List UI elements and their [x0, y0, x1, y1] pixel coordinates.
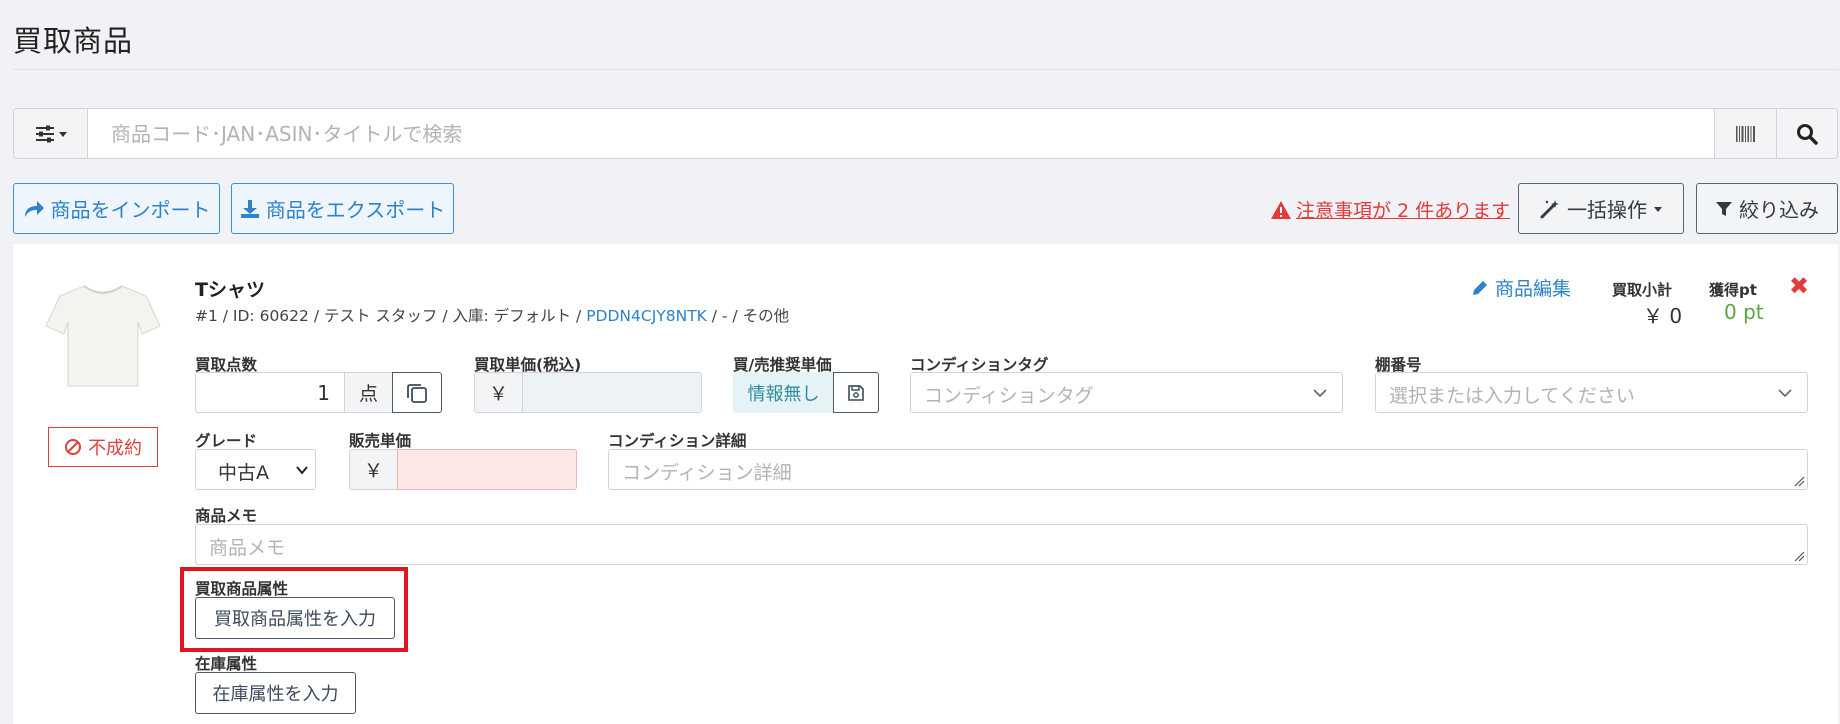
condition-detail-label: コンディション詳細	[608, 432, 747, 450]
page-title: 買取商品	[13, 24, 134, 58]
copy-quantity-button[interactable]	[392, 372, 442, 413]
pencil-icon	[1473, 280, 1487, 295]
quantity-unit: 点	[344, 372, 393, 413]
sale-price-label: 販売単価	[349, 432, 412, 450]
chevron-down-icon	[1778, 389, 1792, 398]
product-name: Tシャツ	[195, 279, 265, 301]
product-meta: #1 / ID: 60622 / テスト スタッフ / 入庫: デフォルト / …	[195, 304, 789, 326]
memo-textarea[interactable]: 商品メモ	[195, 524, 1808, 565]
edit-product-label: 商品編集	[1495, 278, 1572, 300]
ban-icon	[65, 439, 81, 455]
warning-link[interactable]: 注意事項が 2 件あります	[1270, 196, 1510, 223]
bulk-actions-button[interactable]: 一括操作	[1518, 183, 1684, 234]
subtotal-label: 買取小計	[1612, 281, 1673, 299]
recommend-price-value: 情報無し	[733, 372, 834, 413]
sliders-icon	[35, 125, 67, 142]
unit-price-currency: ￥	[474, 372, 523, 413]
filter-button-label: 絞り込み	[1739, 198, 1819, 222]
sale-price-input[interactable]	[397, 449, 577, 490]
resize-handle-icon[interactable]	[1793, 550, 1805, 562]
grade-value: 中古A	[218, 462, 269, 484]
shelf-number-placeholder: 選択または入力してください	[1389, 385, 1635, 407]
product-meta-prefix: #1 / ID: 60622 / テスト スタッフ / 入庫: デフォルト /	[195, 307, 587, 325]
shelf-number-select[interactable]: 選択または入力してください	[1375, 372, 1808, 413]
download-icon	[240, 199, 259, 218]
quantity-input[interactable]: 1	[195, 372, 345, 413]
title-divider	[13, 69, 1838, 70]
condition-detail-textarea[interactable]: コンディション詳細	[608, 449, 1808, 490]
search-input[interactable]	[89, 109, 1714, 158]
memo-label: 商品メモ	[195, 507, 258, 525]
funnel-icon	[1716, 201, 1732, 216]
caret-down-icon	[1654, 206, 1662, 212]
magic-wand-icon	[1540, 199, 1559, 218]
grade-select[interactable]: 中古A	[195, 449, 316, 490]
stock-attr-button[interactable]: 在庫属性を入力	[195, 672, 356, 714]
points-label: 獲得pt	[1709, 281, 1757, 299]
product-meta-suffix: / - / その他	[706, 307, 790, 325]
remove-item-icon[interactable]: ✖	[1789, 272, 1809, 300]
quantity-value: 1	[317, 381, 330, 405]
search-button[interactable]	[1776, 109, 1837, 158]
barcode-button[interactable]	[1714, 109, 1776, 158]
export-button[interactable]: 商品をエクスポート	[231, 183, 454, 234]
barcode-icon	[1735, 125, 1755, 142]
warning-text: 注意事項が 2 件あります	[1296, 200, 1511, 222]
filter-button[interactable]: 絞り込み	[1696, 183, 1838, 234]
points-value: 0 pt	[1724, 300, 1764, 324]
grade-label: グレード	[195, 432, 258, 450]
copy-icon	[407, 383, 427, 403]
export-button-label: 商品をエクスポート	[265, 198, 446, 222]
highlight-frame	[180, 567, 408, 652]
memo-placeholder: 商品メモ	[209, 537, 286, 559]
bulk-actions-label: 一括操作	[1567, 198, 1647, 222]
condition-tag-select[interactable]: コンディションタグ	[910, 372, 1343, 413]
product-code-link[interactable]: PDDN4CJY8NTK	[586, 307, 707, 325]
stock-attr-label: 在庫属性	[195, 655, 258, 673]
status-badge: 不成約	[48, 427, 158, 467]
save-recommend-button[interactable]	[833, 372, 879, 413]
condition-tag-placeholder: コンディションタグ	[924, 385, 1094, 407]
sale-price-currency: ￥	[349, 449, 398, 490]
warning-triangle-icon	[1271, 200, 1291, 219]
import-button-label: 商品をインポート	[50, 198, 211, 222]
floppy-disk-icon	[848, 384, 864, 401]
import-button[interactable]: 商品をインポート	[13, 183, 220, 234]
status-badge-label: 不成約	[88, 438, 142, 459]
search-filter-button[interactable]	[14, 109, 88, 158]
condition-detail-placeholder: コンディション詳細	[622, 462, 792, 484]
unit-price-input[interactable]	[522, 372, 702, 413]
chevron-down-icon	[1313, 389, 1327, 398]
edit-product-link[interactable]: 商品編集	[1471, 274, 1571, 301]
search-bar	[13, 108, 1838, 159]
chevron-down-icon	[296, 466, 308, 475]
product-thumbnail	[45, 285, 161, 387]
share-arrow-icon	[24, 200, 44, 217]
subtotal-value: ￥ 0	[1643, 304, 1683, 328]
search-icon	[1797, 123, 1818, 145]
resize-handle-icon[interactable]	[1793, 475, 1805, 487]
